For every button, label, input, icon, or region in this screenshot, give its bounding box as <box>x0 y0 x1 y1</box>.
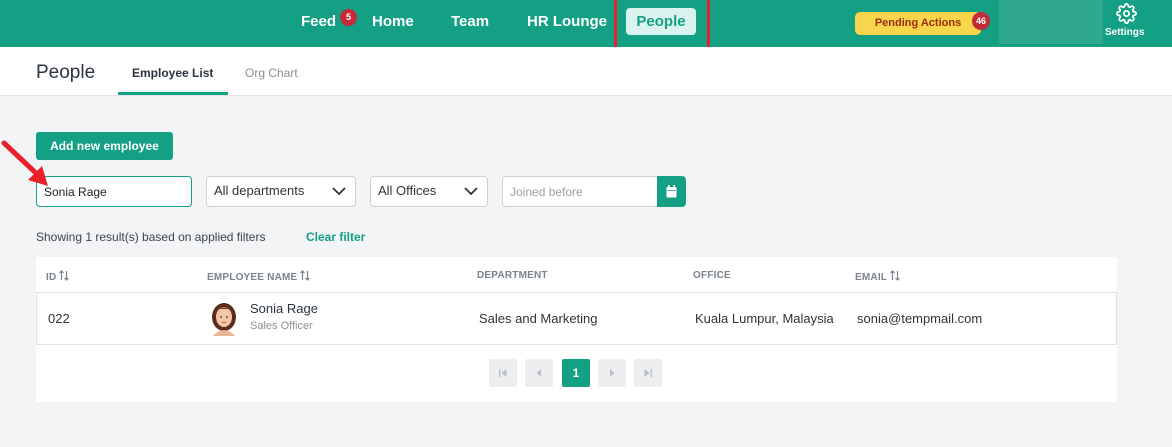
employee-table: ID EMPLOYEE NAME DEPARTMENT OFFICE EMAIL… <box>36 257 1117 402</box>
annotation-arrow-icon <box>1 140 48 186</box>
employee-name[interactable]: Sonia Rage <box>250 301 318 316</box>
first-page-icon <box>499 369 507 377</box>
top-nav-bar: Feed 5 Home Team HR Lounge People Pendin… <box>0 0 1172 47</box>
sort-icon <box>300 270 311 281</box>
department-select[interactable]: All departments <box>206 176 356 207</box>
column-header-employee-name[interactable]: EMPLOYEE NAME <box>207 270 311 283</box>
cell-id: 022 <box>48 311 70 326</box>
last-page-button[interactable] <box>634 359 662 387</box>
nav-team[interactable]: Team <box>451 13 489 30</box>
column-header-department: DEPARTMENT <box>477 270 548 281</box>
cell-office: Kuala Lumpur, Malaysia <box>695 311 834 326</box>
settings-label: Settings <box>1105 27 1145 38</box>
next-page-button[interactable] <box>598 359 626 387</box>
feed-badge: 5 <box>340 9 357 26</box>
avatar <box>212 303 236 336</box>
page-header: People Employee List Org Chart <box>0 47 1172 96</box>
clear-filter-link[interactable]: Clear filter <box>306 230 365 244</box>
tab-org-chart[interactable]: Org Chart <box>245 66 298 80</box>
nav-hr-lounge[interactable]: HR Lounge <box>527 13 607 30</box>
calendar-button[interactable] <box>657 176 686 207</box>
results-summary: Showing 1 result(s) based on applied fil… <box>36 230 266 244</box>
prev-page-icon <box>536 369 541 377</box>
settings-gear-icon <box>1116 3 1137 24</box>
cell-department: Sales and Marketing <box>479 311 598 326</box>
cell-email: sonia@tempmail.com <box>857 311 983 326</box>
active-tab-indicator <box>118 92 228 95</box>
table-row[interactable]: 022 Sonia Rage Sales Officer Sales and M… <box>36 292 1117 345</box>
employee-role: Sales Officer <box>250 320 313 332</box>
last-page-icon <box>644 369 652 377</box>
first-page-button[interactable] <box>489 359 517 387</box>
user-profile-area[interactable] <box>999 0 1103 44</box>
office-select[interactable]: All Offices <box>370 176 488 207</box>
nav-home[interactable]: Home <box>372 13 414 30</box>
nav-feed[interactable]: Feed <box>301 13 336 30</box>
office-select-value: All Offices <box>378 183 437 198</box>
column-header-id-label: ID <box>46 272 57 283</box>
department-select-value: All departments <box>214 183 305 198</box>
page-title: People <box>36 62 96 83</box>
calendar-icon <box>666 185 677 198</box>
chevron-down-icon <box>332 187 346 196</box>
column-header-name-label: EMPLOYEE NAME <box>207 272 298 283</box>
chevron-down-icon <box>464 187 478 196</box>
tab-employee-list[interactable]: Employee List <box>132 66 213 80</box>
joined-before-input[interactable]: Joined before <box>502 176 658 207</box>
column-header-office: OFFICE <box>693 270 731 281</box>
next-page-icon <box>610 369 615 377</box>
settings-button[interactable]: Settings <box>1103 0 1150 44</box>
sort-icon <box>890 270 901 281</box>
pending-actions-button[interactable]: Pending Actions <box>855 12 981 35</box>
pending-actions-badge: 46 <box>972 12 990 30</box>
page-number-button[interactable]: 1 <box>562 359 590 387</box>
sort-icon <box>59 270 70 281</box>
column-header-email[interactable]: EMAIL <box>855 270 901 283</box>
column-header-email-label: EMAIL <box>855 272 888 283</box>
prev-page-button[interactable] <box>525 359 553 387</box>
column-header-id[interactable]: ID <box>46 270 70 283</box>
